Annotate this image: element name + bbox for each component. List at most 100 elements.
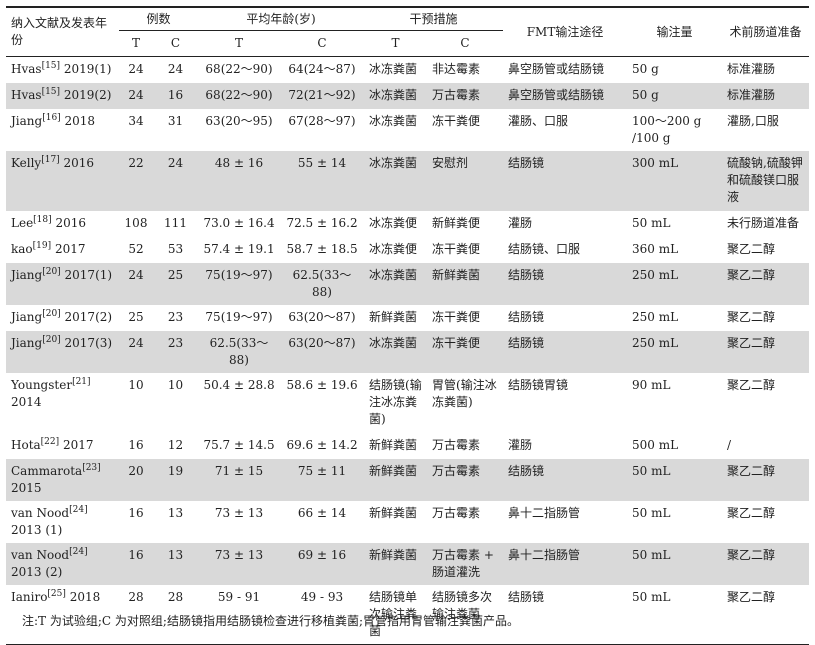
cell-volume: 250 mL [632, 309, 679, 324]
table-row: Jiang[20] 2017(1) 24 25 75(19～97) 62.5(33～88… [6, 262, 810, 305]
table-row: Jiang[20] 2017(3) 24 23 62.5(33～88) 63(20～87… [6, 330, 810, 373]
cell-route: 灌肠 [508, 437, 533, 452]
study-author: Jiang [11, 267, 43, 282]
cell-study: van Nood[24] 2013 (1) [6, 501, 119, 543]
table-row: Kelly[17] 2016 22 24 48 ± 16 55 ± 14 冰冻粪菌 安慰剂结… [6, 150, 810, 211]
cell-study: Jiang[20] 2017(1) [6, 262, 119, 305]
cell-prep: 硫酸钠,硫酸钾和硫酸镁口服液 [722, 150, 810, 211]
study-author: Ianiro [11, 589, 48, 604]
study-ref: [25] [47, 588, 66, 599]
cell-n-c: 10 [167, 377, 184, 392]
cell-n-t: 20 [119, 458, 153, 501]
cell-age-c: 63(20～87) [280, 330, 365, 373]
cell-n-c: 13 [153, 542, 199, 585]
cell-n-c: 12 [167, 437, 184, 452]
study-ref: [23] [82, 462, 101, 473]
cell-int-t: 冰冻粪菌 [364, 82, 428, 109]
cell-n-c: 24 [167, 62, 184, 76]
cell-study: Youngster[21] 2014 [6, 373, 119, 433]
cell-n-c: 23 [153, 330, 199, 373]
cell-int-t: 新鲜粪菌 [369, 437, 418, 452]
study-author: Hota [11, 437, 41, 452]
study-ref: [15] [41, 61, 61, 71]
cell-route: 结肠镜 [508, 589, 545, 604]
table-footnote: 注:T 为试验组;C 为对照组;结肠镜指用结肠镜检查进行移植粪菌;胃管指用胃管输… [22, 614, 519, 628]
cell-n-c: 19 [153, 458, 199, 501]
study-author: Kelly [11, 155, 42, 170]
cell-age-c: 64(24～87) [288, 62, 356, 76]
cell-route: 结肠镜、口服 [508, 241, 581, 256]
cell-int-t: 新鲜粪菌 [364, 458, 428, 501]
cell-n-c: 16 [153, 82, 199, 109]
cell-route: 结肠镜 [503, 330, 628, 373]
header-cases-c: C [170, 36, 181, 50]
cell-n-c: 24 [153, 150, 199, 211]
cell-prep: 灌肠,口服 [727, 113, 779, 128]
cell-age-t: 62.5(33～88) [198, 330, 281, 373]
cell-int-c: 冻干粪便 [432, 309, 481, 324]
cell-int-c: 万古霉素 + 肠道灌洗 [427, 542, 504, 585]
cell-study: kao[19] 2017 [6, 237, 119, 263]
header-int-t: T [391, 36, 400, 50]
cell-age-t: 68(22～90) [205, 62, 273, 76]
cell-prep: 聚乙二醇 [722, 330, 810, 373]
cell-study: Cammarota[23] 2015 [6, 458, 119, 501]
cell-volume: 300 mL [627, 150, 723, 211]
cell-study: Hvas[15] 2019(2) [6, 82, 119, 109]
cell-n-c: 25 [153, 262, 199, 305]
cell-prep: 聚乙二醇 [727, 241, 776, 256]
study-ref: [17] [41, 154, 60, 165]
cell-int-t: 新鲜粪菌 [369, 309, 418, 324]
cell-volume: 100～200 g /100 g [632, 113, 702, 145]
header-fmt-route: FMT输注途径 [526, 24, 604, 39]
cell-route: 鼻十二指肠管 [508, 505, 581, 520]
cell-n-t: 16 [119, 542, 153, 585]
study-author: van Nood [11, 505, 70, 520]
study-ref: [18] [33, 214, 52, 225]
cell-study: Kelly[17] 2016 [6, 150, 119, 211]
cell-age-t: 68(22～90) [198, 82, 281, 109]
cell-volume: 50 g [627, 82, 723, 109]
study-year: 2014 [11, 394, 42, 409]
study-author: kao [11, 241, 33, 256]
cell-age-c: 69 ± 16 [280, 542, 365, 585]
cell-prep: 聚乙二醇 [727, 589, 776, 604]
cell-route: 灌肠、口服 [508, 113, 569, 128]
cell-n-c: 13 [167, 505, 184, 520]
study-year: 2019(1) [63, 62, 112, 76]
study-year: 2017 [62, 437, 94, 452]
header-age-t: T [235, 36, 244, 50]
header-volume: 输注量 [656, 24, 693, 39]
cell-prep: 聚乙二醇 [722, 262, 810, 305]
study-year: 2015 [11, 480, 42, 495]
study-author: Cammarota [11, 463, 83, 478]
cell-int-t: 冰冻粪便 [369, 241, 418, 256]
study-author: Jiang [11, 113, 43, 128]
cell-n-t: 108 [124, 215, 148, 230]
document-page: 纳入文献及发表年份 例数 平均年龄(岁) 干预措施 FMT输注途径 输注量 术前… [0, 0, 815, 644]
cell-int-c: 冻干粪便 [432, 241, 481, 256]
cell-route: 鼻空肠管或结肠镜 [503, 82, 628, 109]
study-ref: [21] [72, 376, 91, 387]
cell-age-c: 67(28～97) [288, 113, 356, 128]
cell-prep: 聚乙二醇 [727, 377, 776, 392]
study-ref: [24] [69, 504, 88, 515]
table-row: van Nood[24] 2013 (1) 16 13 73 ± 13 66 ± 14 新… [6, 501, 809, 543]
study-year: 2018 [64, 113, 96, 128]
cell-age-t: 57.4 ± 19.1 [203, 241, 275, 256]
cell-study: van Nood[24] 2013 (2) [6, 542, 119, 585]
table-row: Lee[18] 2016 108 111 73.0 ± 16.4 72.5 ± 16.2… [6, 211, 809, 237]
cell-int-c: 新鲜粪便 [432, 215, 481, 230]
study-year: 2016 [55, 215, 87, 230]
cell-age-t: 73.0 ± 16.4 [203, 215, 275, 230]
cell-prep: 聚乙二醇 [722, 542, 810, 585]
cell-route: 结肠镜 [503, 150, 628, 211]
cell-int-c: 万古霉素 [427, 458, 504, 501]
cell-n-t: 16 [128, 437, 144, 452]
header-intervention: 干预措施 [364, 7, 504, 31]
table-row: Cammarota[23] 2015 20 19 71 ± 15 75 ± 11 新鲜粪菌… [6, 458, 810, 501]
cell-study: Jiang[20] 2017(3) [6, 330, 119, 373]
cell-age-c: 75 ± 11 [280, 458, 365, 501]
study-author: Jiang [11, 335, 43, 350]
cell-age-t: 75(19～97) [198, 262, 281, 305]
